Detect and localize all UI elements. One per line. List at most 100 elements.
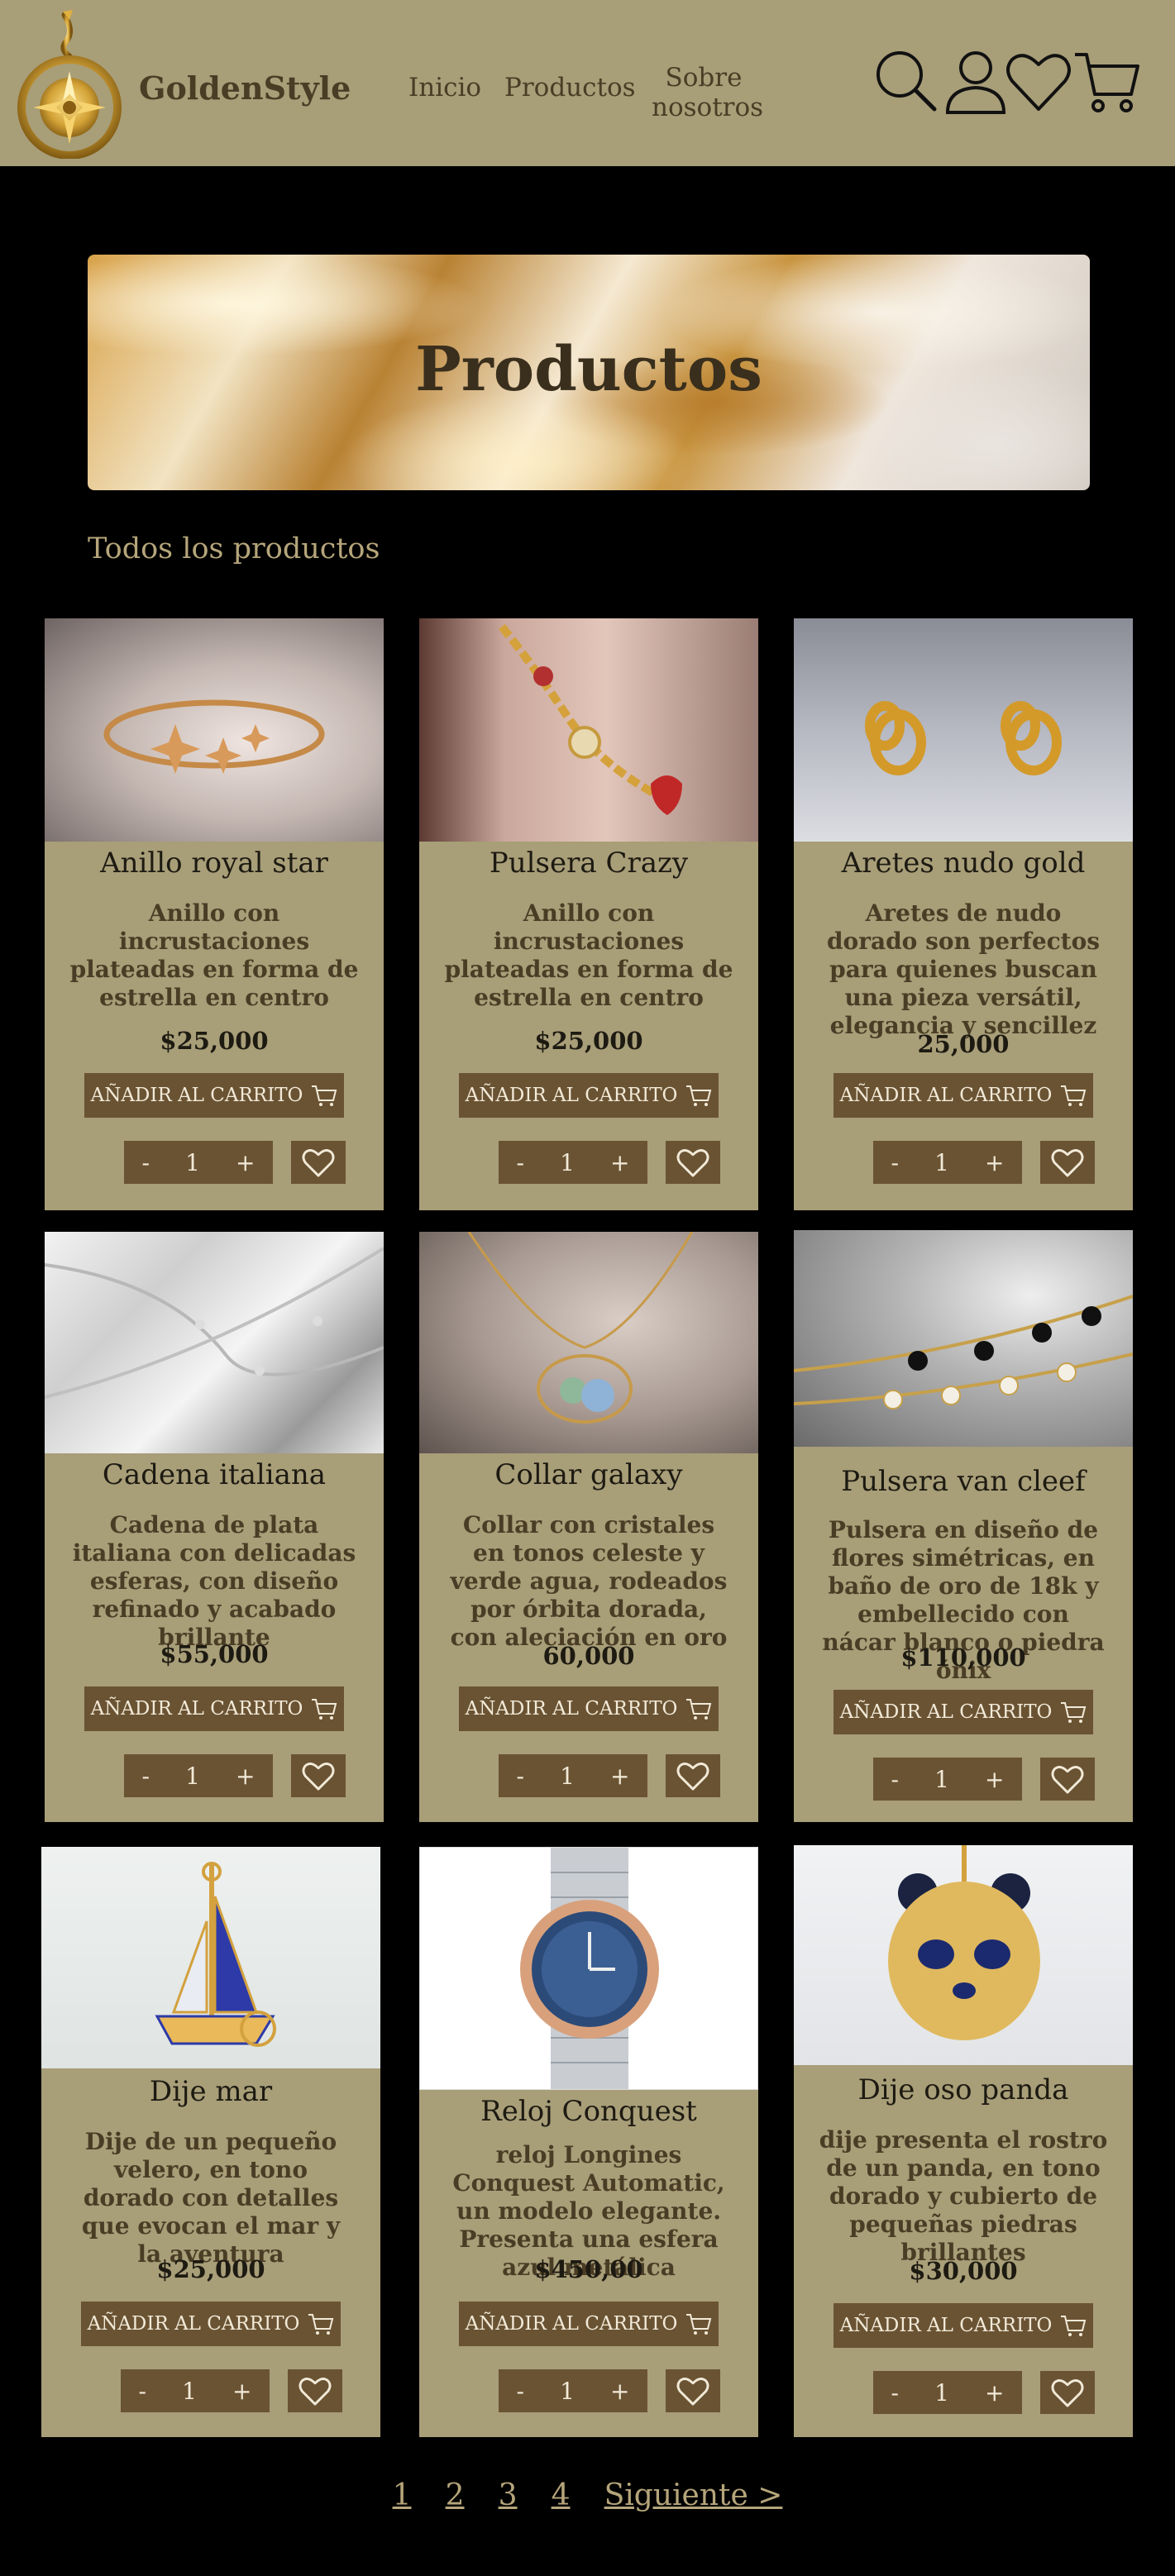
decrement-button[interactable]: - xyxy=(139,2378,146,2405)
quantity-stepper: - 1 + xyxy=(873,1758,1022,1801)
banner-title: Productos xyxy=(415,334,762,405)
page-1-link[interactable]: 1 xyxy=(393,2478,412,2512)
increment-button[interactable]: + xyxy=(610,1763,629,1790)
product-title: Reloj Conquest xyxy=(480,2095,697,2128)
quantity-value: 1 xyxy=(934,1765,949,1793)
decrement-button[interactable]: - xyxy=(891,1149,899,1176)
cart-icon xyxy=(686,1699,712,1720)
next-page-link[interactable]: Siguiente > xyxy=(604,2478,783,2512)
add-to-cart-button[interactable]: AÑADIR AL CARRITO xyxy=(459,1073,719,1118)
product-title: Dije oso panda xyxy=(857,2073,1069,2106)
product-image[interactable] xyxy=(419,618,758,842)
quantity-value: 1 xyxy=(185,1148,200,1176)
heart-icon xyxy=(676,2378,709,2406)
decrement-button[interactable]: - xyxy=(142,1149,150,1176)
favorite-button[interactable] xyxy=(1040,1758,1095,1801)
product-image[interactable] xyxy=(45,1232,384,1453)
increment-button[interactable]: + xyxy=(236,1763,255,1790)
brand-name[interactable]: GoldenStyle xyxy=(139,69,351,107)
add-to-cart-button[interactable]: AÑADIR AL CARRITO xyxy=(84,1073,344,1118)
search-icon[interactable] xyxy=(872,46,941,116)
cart-icon xyxy=(312,1699,337,1720)
decrement-button[interactable]: - xyxy=(517,1149,524,1176)
add-to-cart-button[interactable]: AÑADIR AL CARRITO xyxy=(81,2302,341,2346)
favorite-button[interactable] xyxy=(1040,1141,1095,1184)
add-to-cart-button[interactable]: AÑADIR AL CARRITO xyxy=(459,1686,719,1731)
decrement-button[interactable]: - xyxy=(517,1763,524,1790)
favorite-button[interactable] xyxy=(288,2369,342,2412)
increment-button[interactable]: + xyxy=(610,2378,629,2405)
nav-sobre-nosotros[interactable]: Sobre nosotros xyxy=(652,63,763,122)
product-image[interactable] xyxy=(419,1847,758,2090)
user-icon[interactable] xyxy=(941,46,1010,116)
product-description: Cadena de plata italiana con delicadas e… xyxy=(72,1511,356,1651)
add-to-cart-label: AÑADIR AL CARRITO xyxy=(839,2315,1053,2336)
add-to-cart-label: AÑADIR AL CARRITO xyxy=(465,2313,678,2335)
page-4-link[interactable]: 4 xyxy=(552,2478,571,2512)
add-to-cart-button[interactable]: AÑADIR AL CARRITO xyxy=(833,1690,1093,1734)
increment-button[interactable]: + xyxy=(232,2378,251,2405)
nav-productos[interactable]: Productos xyxy=(504,73,636,103)
heart-icon xyxy=(299,2378,332,2406)
product-card: Pulsera van cleef Pulsera en diseño de f… xyxy=(794,1230,1133,1822)
product-title: Dije mar xyxy=(149,2075,273,2108)
increment-button[interactable]: + xyxy=(236,1149,255,1176)
product-description: Anillo con incrustaciones plateadas en f… xyxy=(69,899,359,1011)
heart-icon[interactable] xyxy=(1004,46,1073,116)
product-image[interactable] xyxy=(794,1230,1133,1447)
quantity-stepper: - 1 + xyxy=(499,1754,647,1797)
product-card: Cadena italiana Cadena de plata italiana… xyxy=(45,1232,384,1822)
quantity-stepper: - 1 + xyxy=(121,2369,270,2412)
page-3-link[interactable]: 3 xyxy=(499,2478,518,2512)
site-header: GoldenStyle Inicio Productos Sobre nosot… xyxy=(0,0,1175,166)
product-image[interactable] xyxy=(794,618,1133,842)
product-description: dije presenta el rostro de un panda, en … xyxy=(819,2126,1108,2266)
pagination: 1 2 3 4 Siguiente > xyxy=(0,2478,1175,2512)
product-title: Collar galaxy xyxy=(494,1458,683,1491)
add-to-cart-button[interactable]: AÑADIR AL CARRITO xyxy=(833,2303,1093,2348)
add-to-cart-button[interactable]: AÑADIR AL CARRITO xyxy=(833,1073,1093,1118)
favorite-button[interactable] xyxy=(666,1141,720,1184)
quantity-stepper: - 1 + xyxy=(499,1141,647,1184)
quantity-value: 1 xyxy=(185,1762,200,1790)
add-to-cart-button[interactable]: AÑADIR AL CARRITO xyxy=(84,1686,344,1731)
page-2-link[interactable]: 2 xyxy=(446,2478,465,2512)
decrement-button[interactable]: - xyxy=(142,1763,150,1790)
cart-icon xyxy=(1061,1085,1087,1106)
product-card: Aretes nudo gold Aretes de nudo dorado s… xyxy=(794,618,1133,1210)
decrement-button[interactable]: - xyxy=(891,1766,899,1793)
product-price: $25,000 xyxy=(156,2255,265,2283)
nav-inicio[interactable]: Inicio xyxy=(408,73,481,103)
heart-icon xyxy=(676,1763,709,1791)
favorite-button[interactable] xyxy=(1040,2371,1095,2414)
quantity-value: 1 xyxy=(934,1148,949,1176)
favorite-button[interactable] xyxy=(666,2369,720,2412)
product-card: Collar galaxy Collar con cristales en to… xyxy=(419,1232,758,1822)
heart-icon xyxy=(1051,2379,1084,2407)
favorite-button[interactable] xyxy=(291,1141,346,1184)
quantity-stepper: - 1 + xyxy=(499,2369,647,2412)
cart-icon[interactable] xyxy=(1072,46,1141,116)
increment-button[interactable]: + xyxy=(610,1149,629,1176)
favorite-button[interactable] xyxy=(666,1754,720,1797)
compass-snake-logo[interactable] xyxy=(15,8,129,159)
product-image[interactable] xyxy=(45,618,384,842)
section-title: Todos los productos xyxy=(88,532,380,565)
product-image[interactable] xyxy=(41,1847,380,2068)
heart-icon xyxy=(1051,1766,1084,1794)
add-to-cart-label: AÑADIR AL CARRITO xyxy=(90,1085,303,1106)
quantity-stepper: - 1 + xyxy=(124,1141,273,1184)
product-title: Pulsera Crazy xyxy=(489,847,689,880)
add-to-cart-button[interactable]: AÑADIR AL CARRITO xyxy=(459,2302,719,2346)
quantity-stepper: - 1 + xyxy=(873,2371,1022,2414)
product-price: $25,000 xyxy=(160,1027,269,1055)
favorite-button[interactable] xyxy=(291,1754,346,1797)
product-image[interactable] xyxy=(794,1845,1133,2065)
product-image[interactable] xyxy=(419,1232,758,1453)
increment-button[interactable]: + xyxy=(985,1149,1004,1176)
increment-button[interactable]: + xyxy=(985,1766,1004,1793)
decrement-button[interactable]: - xyxy=(517,2378,524,2405)
decrement-button[interactable]: - xyxy=(891,2379,899,2407)
quantity-value: 1 xyxy=(560,1148,575,1176)
increment-button[interactable]: + xyxy=(985,2379,1004,2407)
